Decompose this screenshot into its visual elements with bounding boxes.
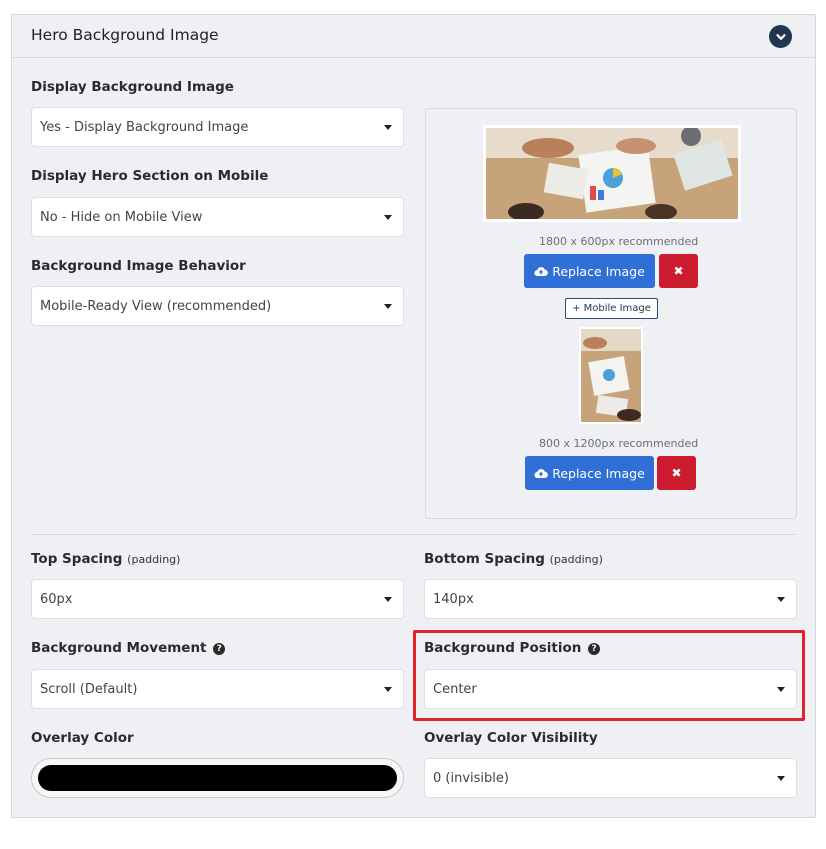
top-spacing-value: 60px bbox=[40, 592, 73, 607]
caret-down-icon bbox=[384, 687, 392, 692]
bg-movement-value: Scroll (Default) bbox=[40, 682, 138, 697]
caret-down-icon bbox=[384, 597, 392, 602]
mobile-image-preview bbox=[579, 327, 643, 424]
top-spacing-label: Top Spacing (padding) bbox=[31, 551, 180, 567]
remove-mobile-image-button[interactable]: ✖ bbox=[657, 456, 696, 490]
overlay-visibility-label: Overlay Color Visibility bbox=[424, 730, 598, 746]
top-spacing-sub: (padding) bbox=[127, 553, 181, 566]
desktop-size-recommendation: 1800 x 600px recommended bbox=[539, 235, 699, 248]
bg-movement-select[interactable]: Scroll (Default) bbox=[31, 669, 404, 709]
highlight-box bbox=[413, 630, 805, 721]
display-bg-image-value: Yes - Display Background Image bbox=[40, 120, 249, 135]
top-spacing-label-text: Top Spacing bbox=[31, 551, 123, 567]
display-bg-image-select[interactable]: Yes - Display Background Image bbox=[31, 107, 404, 147]
close-icon: ✖ bbox=[671, 466, 682, 480]
caret-down-icon bbox=[384, 215, 392, 220]
bottom-spacing-label: Bottom Spacing (padding) bbox=[424, 551, 603, 567]
overlay-color-picker[interactable] bbox=[31, 758, 404, 798]
chevron-down-icon bbox=[775, 33, 786, 40]
top-spacing-select[interactable]: 60px bbox=[31, 579, 404, 619]
caret-down-icon bbox=[777, 597, 785, 602]
display-hero-mobile-value: No - Hide on Mobile View bbox=[40, 210, 203, 225]
bg-movement-label: Background Movement ? bbox=[31, 640, 226, 656]
caret-down-icon bbox=[384, 304, 392, 309]
image-upload-box: 1800 x 600px recommended Replace Image ✖… bbox=[425, 108, 797, 519]
add-mobile-image-label: + Mobile Image bbox=[572, 303, 651, 314]
overlay-color-swatch[interactable] bbox=[38, 765, 397, 791]
caret-down-icon bbox=[777, 776, 785, 781]
add-mobile-image-button[interactable]: + Mobile Image bbox=[565, 298, 658, 319]
cloud-upload-icon bbox=[534, 468, 549, 478]
mobile-photo bbox=[581, 329, 641, 422]
replace-mobile-image-label: Replace Image bbox=[552, 465, 645, 481]
section-divider bbox=[31, 534, 796, 535]
replace-desktop-image-label: Replace Image bbox=[552, 263, 645, 279]
overlay-visibility-value: 0 (invisible) bbox=[433, 771, 509, 786]
mobile-size-recommendation: 800 x 1200px recommended bbox=[539, 437, 699, 450]
desktop-image-preview bbox=[483, 125, 741, 222]
replace-desktop-image-button[interactable]: Replace Image bbox=[524, 254, 655, 288]
overlay-color-label: Overlay Color bbox=[31, 730, 134, 746]
bg-movement-label-text: Background Movement bbox=[31, 640, 207, 656]
bg-image-behavior-label: Background Image Behavior bbox=[31, 258, 246, 274]
close-icon: ✖ bbox=[673, 264, 684, 278]
help-icon[interactable]: ? bbox=[213, 643, 226, 655]
bottom-spacing-label-text: Bottom Spacing bbox=[424, 551, 545, 567]
bottom-spacing-sub: (padding) bbox=[549, 553, 603, 566]
display-hero-mobile-select[interactable]: No - Hide on Mobile View bbox=[31, 197, 404, 237]
bg-image-behavior-value: Mobile-Ready View (recommended) bbox=[40, 299, 272, 314]
bg-image-behavior-select[interactable]: Mobile-Ready View (recommended) bbox=[31, 286, 404, 326]
remove-desktop-image-button[interactable]: ✖ bbox=[659, 254, 698, 288]
bottom-spacing-value: 140px bbox=[433, 592, 474, 607]
display-hero-mobile-label: Display Hero Section on Mobile bbox=[31, 168, 269, 184]
display-bg-image-label: Display Background Image bbox=[31, 79, 234, 95]
cloud-upload-icon bbox=[534, 266, 549, 276]
panel-header[interactable]: Hero Background Image bbox=[12, 15, 815, 58]
bottom-spacing-select[interactable]: 140px bbox=[424, 579, 797, 619]
replace-mobile-image-button[interactable]: Replace Image bbox=[525, 456, 654, 490]
caret-down-icon bbox=[384, 125, 392, 130]
collapse-button[interactable] bbox=[769, 25, 792, 48]
panel-title: Hero Background Image bbox=[31, 26, 219, 44]
overlay-visibility-select[interactable]: 0 (invisible) bbox=[424, 758, 797, 798]
desktop-photo bbox=[486, 128, 738, 219]
